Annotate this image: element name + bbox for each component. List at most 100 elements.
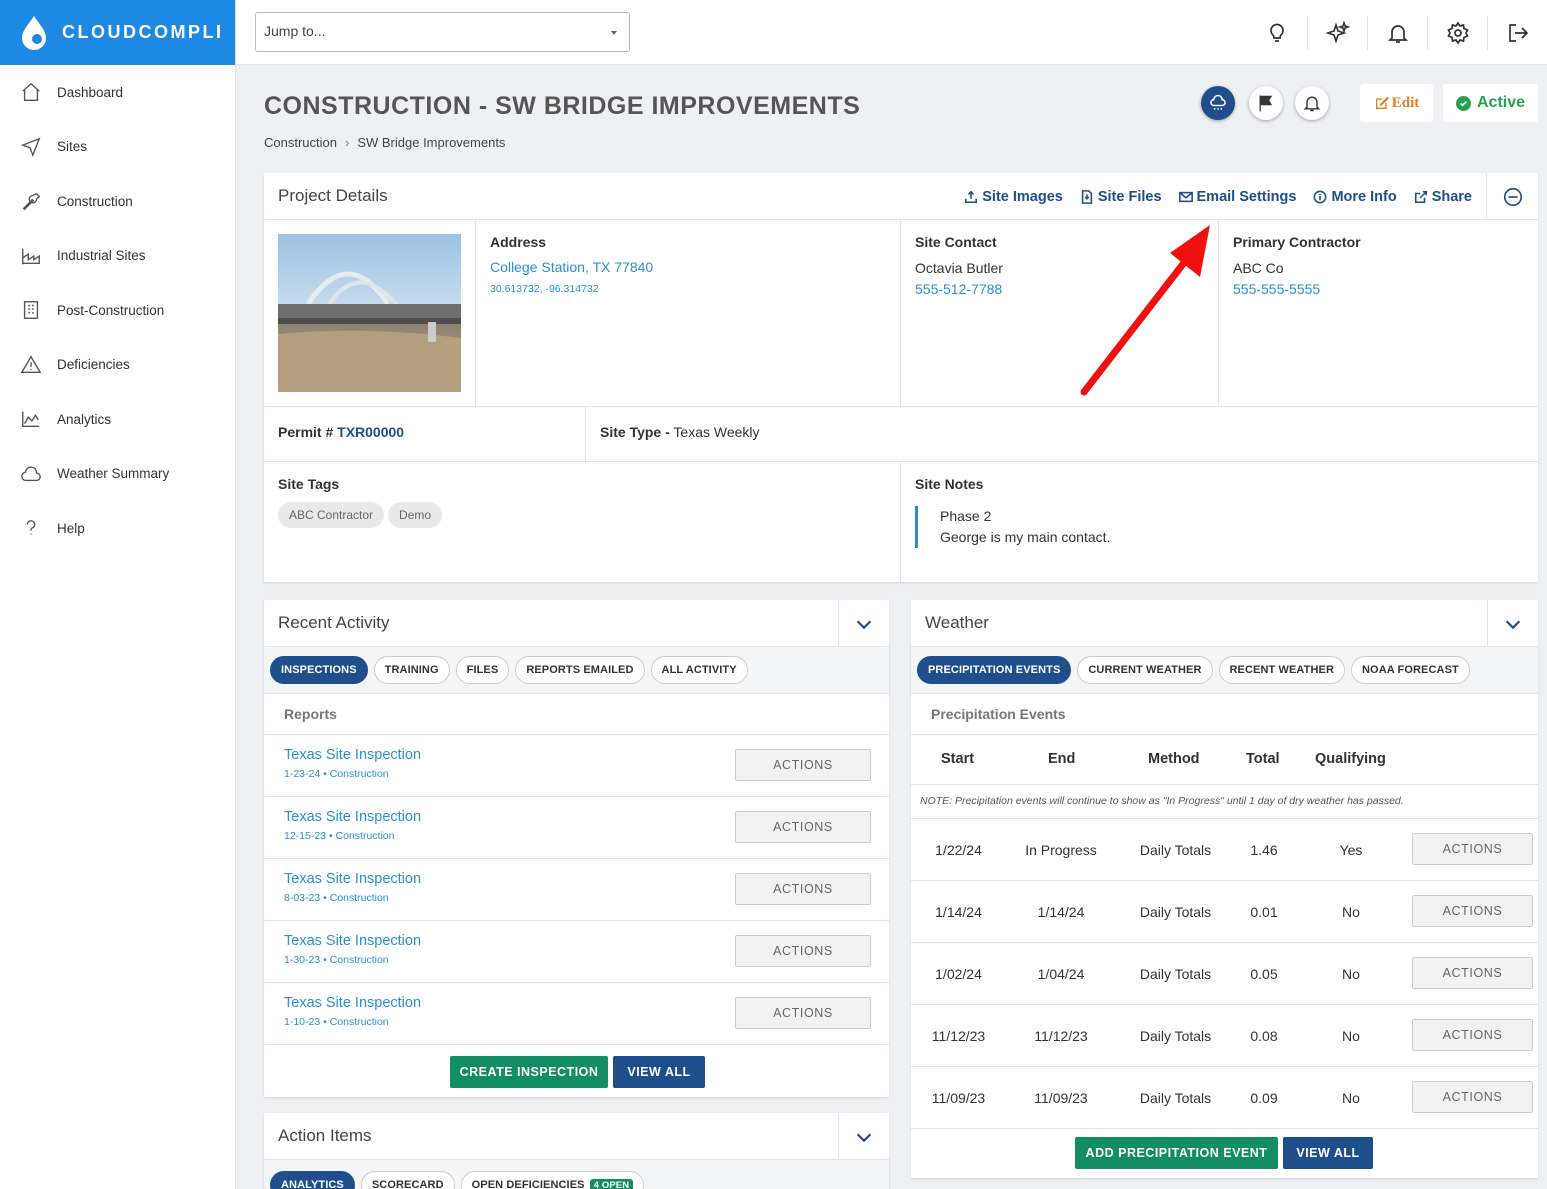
tab-all-activity[interactable]: ALL ACTIVITY	[650, 656, 748, 684]
expand-button[interactable]	[838, 1113, 889, 1160]
cell-qualifying: Yes	[1339, 842, 1363, 858]
cell-qualifying: No	[1342, 904, 1360, 920]
jump-to-select[interactable]: Jump to...	[255, 12, 630, 52]
tab-training[interactable]: TRAINING	[373, 656, 450, 684]
flag-button[interactable]	[1249, 86, 1283, 120]
breadcrumb: Construction › SW Bridge Improvements	[264, 135, 505, 150]
sidebar-item-help[interactable]: Help	[0, 501, 235, 556]
site-alerts-button[interactable]	[1295, 86, 1329, 120]
actions-button[interactable]: ACTIONS	[735, 873, 871, 905]
address-link[interactable]: College Station, TX 77840	[490, 259, 886, 275]
view-all-inspections-button[interactable]: VIEW ALL	[613, 1056, 705, 1088]
actions-button[interactable]: ACTIONS	[735, 997, 871, 1029]
sidebar-item-sites[interactable]: Sites	[0, 120, 235, 175]
add-precipitation-event-button[interactable]: ADD PRECIPITATION EVENT	[1075, 1137, 1278, 1169]
contractor-phone-link[interactable]: 555-555-5555	[1233, 281, 1524, 297]
share-link[interactable]: Share	[1414, 189, 1472, 205]
chevron-down-icon	[1505, 619, 1521, 629]
site-photo[interactable]	[278, 234, 461, 392]
sidebar-item-industrial-sites[interactable]: Industrial Sites	[0, 229, 235, 284]
site-type-value: Texas Weekly	[673, 424, 760, 440]
expand-button[interactable]	[838, 600, 889, 647]
action-items-tabs: ANALYTICS SCORECARD OPEN DEFICIENCIES 4 …	[264, 1160, 889, 1189]
weather-site-button[interactable]	[1201, 86, 1235, 120]
project-details-card: Project Details Site Images Site Files E…	[264, 173, 1538, 582]
table-row: Texas Site Inspection 12-15-23 • Constru…	[264, 797, 889, 859]
site-files-link[interactable]: Site Files	[1080, 189, 1162, 205]
sidebar-item-construction[interactable]: Construction	[0, 174, 235, 229]
sidebar-item-deficiencies[interactable]: Deficiencies	[0, 338, 235, 393]
weather-header: Weather	[911, 600, 1538, 647]
table-row: Texas Site Inspection 1-23-24 • Construc…	[264, 735, 889, 797]
tab-precipitation-events[interactable]: PRECIPITATION EVENTS	[917, 656, 1072, 684]
settings-button[interactable]	[1427, 15, 1487, 50]
sidebar-item-analytics[interactable]: Analytics	[0, 392, 235, 447]
edit-button[interactable]: Edit	[1360, 84, 1433, 122]
actions-button[interactable]: ACTIONS	[1412, 1081, 1533, 1113]
bell-icon	[1303, 96, 1321, 112]
tab-scorecard[interactable]: SCORECARD	[360, 1171, 455, 1189]
tab-open-deficiencies[interactable]: OPEN DEFICIENCIES 4 OPEN	[460, 1171, 645, 1189]
tab-files[interactable]: FILES	[455, 656, 510, 684]
cell-end: 1/04/24	[1037, 966, 1085, 982]
sidebar-item-label: Deficiencies	[57, 357, 130, 373]
view-all-precipitation-button[interactable]: VIEW ALL	[1283, 1137, 1373, 1169]
brand-logo[interactable]: CLOUDCOMPLI	[0, 0, 235, 65]
card-title: Action Items	[278, 1126, 372, 1145]
sidebar-item-dashboard[interactable]: Dashboard	[0, 65, 235, 120]
tab-inspections[interactable]: INSPECTIONS	[270, 656, 368, 684]
coordinates-link[interactable]: 30.613732, -96.314732	[490, 283, 886, 295]
actions-button[interactable]: ACTIONS	[1412, 833, 1533, 865]
cell-start: 11/09/23	[931, 1090, 986, 1106]
recent-activity-header: Recent Activity	[264, 600, 889, 647]
cell-qualifying: No	[1342, 1090, 1360, 1106]
tab-recent-weather[interactable]: RECENT WEATHER	[1218, 656, 1345, 684]
table-row: 1/22/24 In Progress Daily Totals 1.46 Ye…	[911, 819, 1538, 881]
precip-note: NOTE: Precipitation events will continue…	[911, 785, 1538, 819]
warning-icon	[20, 355, 42, 373]
lightbulb-button[interactable]	[1247, 16, 1307, 50]
create-inspection-button[interactable]: CREATE INSPECTION	[450, 1056, 608, 1088]
site-tag[interactable]: ABC Contractor	[278, 502, 385, 528]
collapse-button[interactable]	[1486, 173, 1538, 220]
note-line: Phase 2	[940, 508, 992, 524]
site-tag[interactable]: Demo	[388, 502, 443, 528]
cell-qualifying: No	[1342, 1028, 1360, 1044]
notifications-button[interactable]	[1367, 15, 1427, 50]
lightbulb-icon	[1270, 23, 1284, 42]
sidebar-item-post-construction[interactable]: Post-Construction	[0, 283, 235, 338]
primary-contractor-cell: Primary Contractor ABC Co 555-555-5555	[1219, 220, 1538, 407]
email-settings-link[interactable]: Email Settings	[1178, 188, 1297, 205]
actions-button[interactable]: ACTIONS	[735, 935, 871, 967]
permit-number[interactable]: TXR00000	[337, 424, 404, 440]
sidebar-item-weather-summary[interactable]: Weather Summary	[0, 447, 235, 502]
column-header: Method	[1148, 751, 1200, 767]
link-label: Email Settings	[1196, 188, 1297, 205]
cell-total: 0.08	[1250, 1028, 1278, 1044]
cell-end: 11/09/23	[1034, 1090, 1088, 1106]
project-details-header: Project Details Site Images Site Files E…	[264, 173, 1538, 220]
actions-button[interactable]: ACTIONS	[735, 749, 871, 781]
cell-qualifying: No	[1342, 966, 1360, 982]
actions-button[interactable]: ACTIONS	[1412, 957, 1533, 989]
minus-circle-icon	[1503, 187, 1522, 206]
status-label: Active	[1476, 94, 1526, 111]
logout-button[interactable]	[1487, 15, 1547, 50]
breadcrumb-item[interactable]: Construction	[264, 135, 337, 150]
tab-reports-emailed[interactable]: REPORTS EMAILED	[515, 656, 645, 684]
more-info-link[interactable]: More Info	[1313, 189, 1397, 205]
expand-button[interactable]	[1487, 600, 1538, 647]
tab-current-weather[interactable]: CURRENT WEATHER	[1077, 656, 1213, 684]
bell-icon	[1387, 24, 1408, 43]
edit-label: Edit	[1391, 94, 1420, 111]
actions-button[interactable]: ACTIONS	[1412, 895, 1533, 927]
status-badge[interactable]: Active	[1443, 84, 1538, 122]
site-images-link[interactable]: Site Images	[964, 189, 1063, 205]
sidebar-item-label: Industrial Sites	[57, 248, 146, 264]
ai-sparkle-button[interactable]	[1307, 15, 1367, 50]
site-notes-cell: Site Notes Phase 2 George is my main con…	[901, 462, 1538, 582]
tab-analytics[interactable]: ANALYTICS	[270, 1171, 355, 1189]
tab-noaa-forecast[interactable]: NOAA FORECAST	[1351, 656, 1470, 684]
actions-button[interactable]: ACTIONS	[735, 811, 871, 843]
actions-button[interactable]: ACTIONS	[1412, 1019, 1533, 1051]
